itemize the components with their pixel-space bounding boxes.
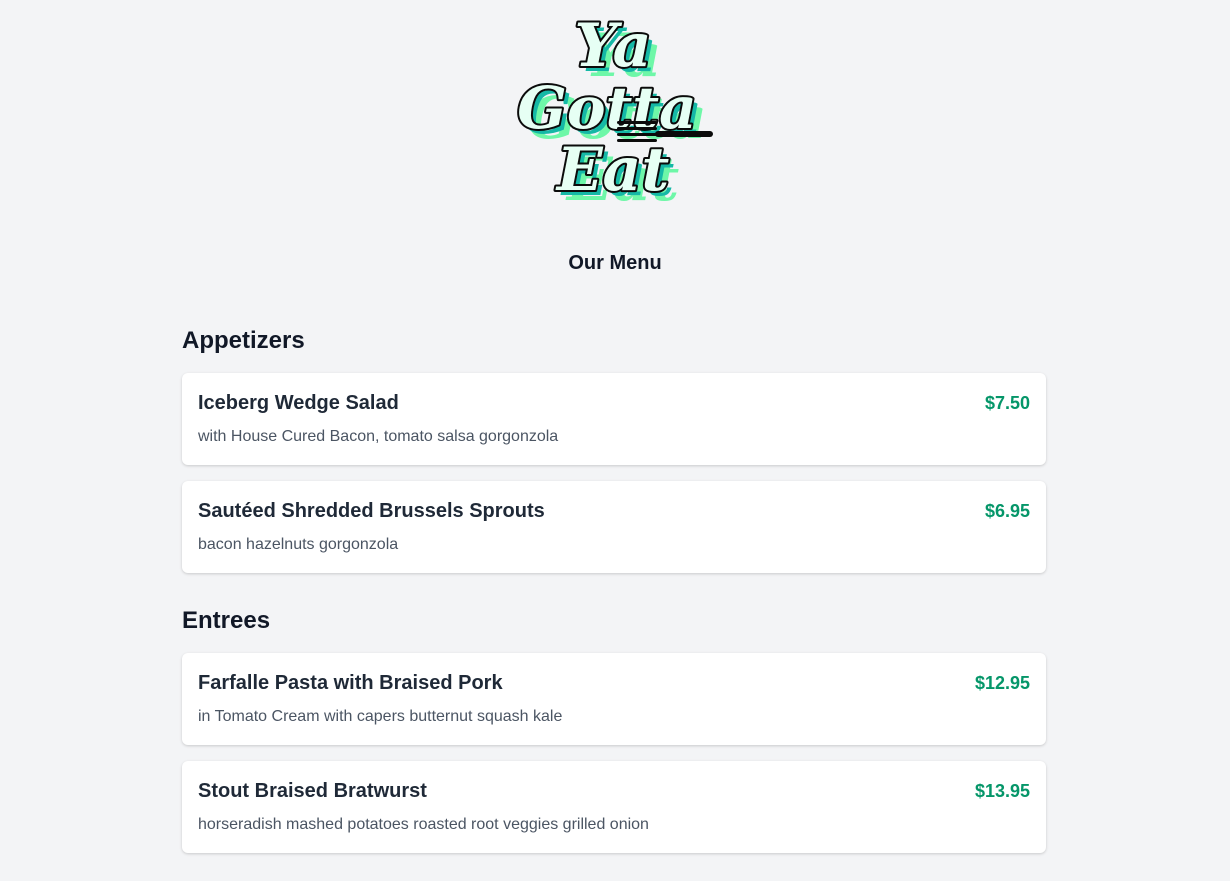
menu-item-name: Farfalle Pasta with Braised Pork	[198, 672, 503, 694]
logo-image: Ya Gotta Eat Ya Gotta Eat Ya Gotta Eat	[515, 9, 713, 209]
menu-item-card: Farfalle Pasta with Braised Pork $12.95 …	[182, 653, 1046, 745]
menu-page: Ya Gotta Eat Ya Gotta Eat Ya Gotta Eat O…	[0, 0, 1230, 881]
page-title: Our Menu	[568, 252, 662, 274]
menu-item-price: $6.95	[984, 501, 1030, 521]
logo-line-1: Ya	[574, 11, 651, 81]
logo: Ya Gotta Eat Ya Gotta Eat Ya Gotta Eat	[505, 4, 725, 209]
logo-line-3: Eat	[555, 135, 670, 205]
menu-item-name: Iceberg Wedge Salad	[198, 392, 399, 414]
section-title-entrees: Entrees	[182, 607, 271, 634]
menu-item-name: Sautéed Shredded Brussels Sprouts	[198, 500, 545, 522]
menu-item-description: in Tomato Cream with capers butternut sq…	[198, 708, 563, 725]
menu-item-card: Stout Braised Bratwurst $13.95 horseradi…	[182, 761, 1046, 853]
menu-item-description: horseradish mashed potatoes roasted root…	[198, 816, 649, 833]
menu-item-price: $7.50	[984, 393, 1030, 413]
menu-item-description: bacon hazelnuts gorgonzola	[198, 536, 399, 553]
section-title-appetizers: Appetizers	[182, 327, 305, 354]
menu-item-name: Stout Braised Bratwurst	[198, 780, 427, 802]
menu-item-price: $13.95	[974, 781, 1030, 801]
menu-item-card: Sautéed Shredded Brussels Sprouts $6.95 …	[182, 481, 1046, 573]
menu-item-price: $12.95	[974, 673, 1030, 693]
menu-item-description: with House Cured Bacon, tomato salsa gor…	[198, 428, 559, 445]
menu-item-card: Iceberg Wedge Salad $7.50 with House Cur…	[182, 373, 1046, 465]
